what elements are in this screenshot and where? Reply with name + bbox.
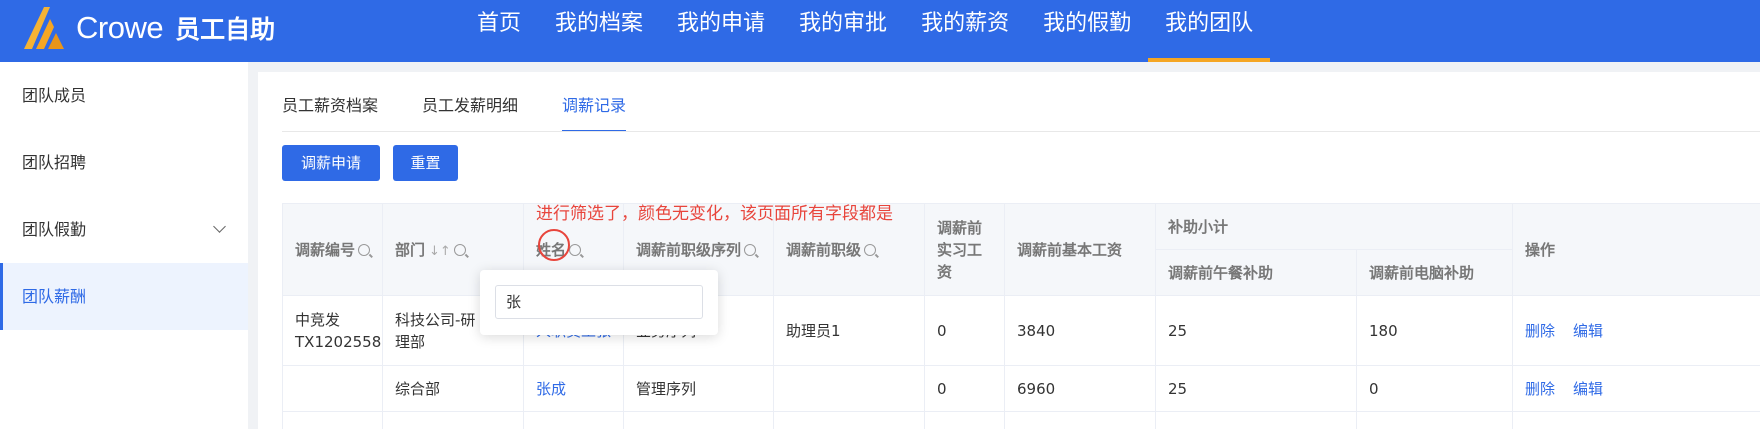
col-header-base: 调薪前基本工资 bbox=[1004, 203, 1156, 296]
nav-home[interactable]: 首页 bbox=[460, 0, 538, 62]
nav-my-requests[interactable]: 我的申请 bbox=[660, 0, 782, 62]
delete-button[interactable]: 删除 bbox=[1525, 380, 1555, 398]
cell-intern: 0 bbox=[924, 295, 1005, 366]
tab-salary-adjustment-records[interactable]: 调薪记录 bbox=[562, 92, 627, 132]
col-header-lunch: 调薪前午餐补助 bbox=[1155, 249, 1357, 296]
sidebar-item-team-leave[interactable]: 团队假勤 bbox=[0, 196, 248, 263]
cell-level bbox=[773, 365, 925, 412]
cell-id bbox=[282, 365, 383, 412]
cell-level: 助理员1 bbox=[773, 295, 925, 366]
search-icon[interactable] bbox=[453, 244, 466, 256]
col-header-computer: 调薪前电脑补助 bbox=[1355, 249, 1514, 296]
col-header-op: 操作 bbox=[1512, 203, 1760, 296]
crowe-logo-icon bbox=[24, 7, 64, 49]
sort-icon[interactable]: ↓↑ bbox=[429, 244, 451, 259]
delete-button[interactable]: 删除 bbox=[1525, 322, 1555, 340]
table-header-row: 调薪编号 部门 ↓↑ 姓名 调薪前职级序列 调薪前职级 调薪前 实习工资 调薪前基本… bbox=[282, 203, 1760, 296]
main-content: 员工薪资档案 员工发薪明细 调薪记录 调薪申请 重置 进行筛选了，颜色无变化，该… bbox=[258, 72, 1760, 429]
edit-button[interactable]: 编辑 bbox=[1573, 322, 1603, 340]
sidebar: 团队成员 团队招聘 团队假勤 团队薪酬 bbox=[0, 62, 248, 429]
col-header-id[interactable]: 调薪编号 bbox=[282, 203, 383, 296]
search-icon[interactable] bbox=[358, 244, 371, 256]
col-header-allowance-group: 补助小计 bbox=[1154, 203, 1514, 250]
cell-op: 删除 编辑 bbox=[1512, 295, 1760, 366]
tab-divider bbox=[282, 131, 1760, 132]
col-header-intern: 调薪前 实习工资 bbox=[924, 203, 1005, 296]
cell-id: 中竞发 TX12025585 bbox=[282, 295, 383, 366]
cell-seq: 管理序列 bbox=[623, 365, 774, 412]
highlight-circle bbox=[538, 229, 570, 261]
tab-payroll-detail[interactable]: 员工发薪明细 bbox=[422, 92, 518, 132]
main-nav: 首页 我的档案 我的申请 我的审批 我的薪资 我的假勤 我的团队 bbox=[460, 0, 1271, 62]
cell-base: 3840 bbox=[1004, 295, 1156, 366]
cell-dept: 综合部 bbox=[382, 365, 524, 412]
sidebar-item-team-compensation[interactable]: 团队薪酬 bbox=[0, 263, 248, 330]
top-navbar: Crowe 员工自助 首页 我的档案 我的申请 我的审批 我的薪资 我的假勤 我… bbox=[0, 0, 1760, 62]
reset-button[interactable]: 重置 bbox=[393, 145, 458, 181]
name-filter-popover: 张 bbox=[480, 270, 718, 335]
salary-adjust-apply-button[interactable]: 调薪申请 bbox=[282, 145, 380, 181]
nav-my-leave[interactable]: 我的假勤 bbox=[1026, 0, 1148, 62]
logo-text: Crowe bbox=[76, 10, 164, 45]
employee-name-link[interactable]: 张成 bbox=[536, 380, 566, 398]
cell-lunch: 25 bbox=[1155, 365, 1357, 412]
tab-salary-archive[interactable]: 员工薪资档案 bbox=[282, 92, 378, 132]
search-icon[interactable] bbox=[864, 244, 877, 256]
nav-my-team[interactable]: 我的团队 bbox=[1148, 0, 1271, 62]
search-icon[interactable] bbox=[569, 244, 582, 256]
cell-op: 删除 编辑 bbox=[1512, 365, 1760, 412]
sidebar-item-team-members[interactable]: 团队成员 bbox=[0, 62, 248, 129]
cell-computer: 180 bbox=[1355, 295, 1514, 366]
annotation-note: 进行筛选了，颜色无变化，该页面所有字段都是 bbox=[536, 204, 893, 224]
cell-intern: 0 bbox=[924, 365, 1005, 412]
nav-my-approvals[interactable]: 我的审批 bbox=[782, 0, 904, 62]
chevron-down-icon bbox=[213, 220, 226, 233]
nav-my-profile[interactable]: 我的档案 bbox=[538, 0, 660, 62]
cell-computer: 0 bbox=[1355, 365, 1514, 412]
sidebar-item-team-recruitment[interactable]: 团队招聘 bbox=[0, 129, 248, 196]
cell-lunch: 25 bbox=[1155, 295, 1357, 366]
tab-bar: 员工薪资档案 员工发薪明细 调薪记录 bbox=[282, 92, 670, 132]
app-title: 员工自助 bbox=[175, 15, 276, 44]
edit-button[interactable]: 编辑 bbox=[1573, 380, 1603, 398]
search-icon[interactable] bbox=[744, 244, 757, 256]
table-row bbox=[282, 411, 1760, 429]
table-row: 综合部 张成 管理序列 0 6960 25 0 删除 编辑 bbox=[282, 365, 1760, 412]
cell-name[interactable]: 张成 bbox=[523, 365, 624, 412]
sidebar-item-label: 团队假勤 bbox=[22, 220, 87, 239]
cell-base: 6960 bbox=[1004, 365, 1156, 412]
logo[interactable]: Crowe 员工自助 bbox=[22, 4, 275, 52]
name-filter-input[interactable]: 张 bbox=[495, 285, 703, 319]
nav-my-salary[interactable]: 我的薪资 bbox=[904, 0, 1026, 62]
